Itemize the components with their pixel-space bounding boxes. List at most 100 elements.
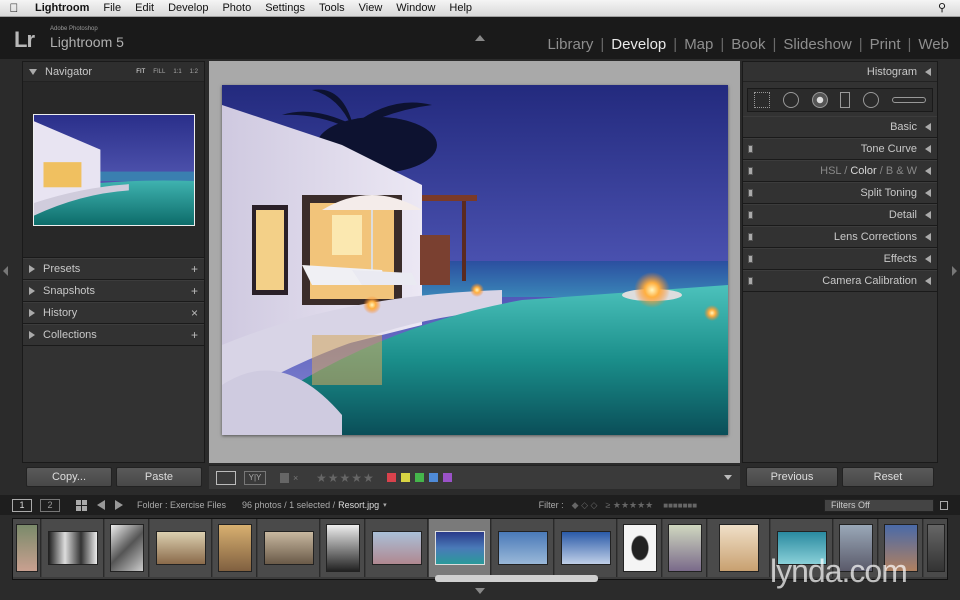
panel-switch-icon[interactable] — [748, 211, 753, 219]
radial-filter-icon[interactable] — [862, 92, 879, 108]
previous-button[interactable]: Previous — [746, 467, 838, 487]
toolbar-menu-icon[interactable] — [724, 475, 732, 480]
module-print[interactable]: Print — [869, 36, 902, 53]
module-book[interactable]: Book — [730, 36, 766, 53]
menu-file[interactable]: File — [96, 2, 128, 14]
menu-edit[interactable]: Edit — [128, 2, 161, 14]
filmstrip-thumb[interactable] — [42, 519, 104, 577]
loupe-view-icon[interactable] — [216, 470, 236, 485]
filmstrip-thumb[interactable] — [492, 519, 554, 577]
menu-app[interactable]: Lightroom — [28, 2, 96, 14]
spotlight-search-icon[interactable]: ⚲ — [938, 1, 946, 14]
split-toning-section[interactable]: Split Toning — [743, 182, 937, 204]
add-snapshot-icon[interactable]: + — [191, 284, 198, 298]
collections-section[interactable]: Collections + — [23, 324, 204, 346]
zoom-fit[interactable]: FIT — [136, 69, 145, 75]
filmstrip-thumb[interactable] — [213, 519, 257, 577]
collapse-right-panel-icon[interactable] — [952, 266, 957, 276]
module-web[interactable]: Web — [917, 36, 950, 53]
filmstrip-thumb[interactable] — [555, 519, 617, 577]
history-section[interactable]: History × — [23, 302, 204, 324]
crop-icon[interactable] — [754, 92, 771, 108]
filmstrip-thumb[interactable] — [258, 519, 320, 577]
panel-switch-icon[interactable] — [748, 167, 753, 175]
flag-icon[interactable] — [280, 472, 289, 483]
main-window-button[interactable]: 1 — [12, 498, 32, 512]
panel-switch-icon[interactable] — [748, 145, 753, 153]
module-develop[interactable]: Develop — [610, 36, 667, 53]
navigator-header[interactable]: Navigator FIT FILL 1:1 1:2 — [23, 62, 204, 82]
label-filter-icon[interactable]: ■■■■■■■ — [663, 501, 697, 510]
camera-calibration-section[interactable]: Camera Calibration — [743, 270, 937, 292]
filmstrip-thumb[interactable] — [618, 519, 662, 577]
second-window-button[interactable]: 2 — [40, 498, 60, 512]
star-rating[interactable]: ★★★★★ — [316, 471, 375, 485]
spot-removal-icon[interactable] — [782, 92, 799, 108]
menu-photo[interactable]: Photo — [215, 2, 258, 14]
module-map[interactable]: Map — [683, 36, 714, 53]
detail-section[interactable]: Detail — [743, 204, 937, 226]
filmstrip-thumb[interactable] — [708, 519, 770, 577]
histogram-header[interactable]: Histogram — [743, 62, 937, 82]
copy-button[interactable]: Copy... — [26, 467, 112, 487]
filmstrip-thumb[interactable] — [13, 519, 41, 577]
source-folder[interactable]: Folder : Exercise Files — [137, 500, 226, 510]
label-green[interactable] — [414, 473, 424, 482]
main-photo[interactable] — [222, 85, 728, 435]
collapse-filmstrip-icon[interactable] — [475, 588, 485, 594]
menu-settings[interactable]: Settings — [258, 2, 312, 14]
menu-tools[interactable]: Tools — [312, 2, 352, 14]
clear-history-icon[interactable]: × — [191, 306, 198, 320]
module-slideshow[interactable]: Slideshow — [782, 36, 852, 53]
before-after-icon[interactable]: Y|Y — [244, 470, 266, 485]
menu-view[interactable]: View — [352, 2, 390, 14]
panel-switch-icon[interactable] — [748, 189, 753, 197]
panel-switch-icon[interactable] — [748, 233, 753, 241]
filename-menu-icon[interactable]: ▾ — [383, 501, 387, 509]
menu-help[interactable]: Help — [442, 2, 479, 14]
zoom-fill[interactable]: FILL — [153, 69, 165, 75]
grid-view-icon[interactable] — [76, 499, 87, 511]
filter-preset-select[interactable]: Filters Off — [824, 499, 934, 512]
panel-switch-icon[interactable] — [748, 277, 753, 285]
reset-button[interactable]: Reset — [842, 467, 934, 487]
label-purple[interactable] — [442, 473, 452, 482]
add-collection-icon[interactable]: + — [191, 328, 198, 342]
label-blue[interactable] — [428, 473, 438, 482]
module-library[interactable]: Library — [546, 36, 594, 53]
graduated-filter-icon[interactable] — [840, 92, 851, 108]
adjustment-brush-icon[interactable] — [891, 97, 926, 103]
star-filter[interactable]: ≥ ★★★★★ — [605, 500, 653, 511]
paste-button[interactable]: Paste — [116, 467, 202, 487]
add-preset-icon[interactable]: + — [191, 262, 198, 276]
hsl-section[interactable]: HSL / Color / B & W — [743, 160, 937, 182]
forward-arrow-icon[interactable] — [115, 500, 123, 510]
tab-color[interactable]: Color — [850, 165, 876, 177]
tab-hsl[interactable]: HSL — [820, 165, 841, 177]
selected-filename[interactable]: Resort.jpg — [338, 500, 379, 510]
presets-section[interactable]: Presets + — [23, 258, 204, 280]
filmstrip-thumb[interactable] — [321, 519, 365, 577]
filmstrip-thumb[interactable] — [366, 519, 428, 577]
filmstrip-scrollbar[interactable] — [435, 575, 598, 582]
basic-section[interactable]: Basic — [743, 116, 937, 138]
zoom-1-1[interactable]: 1:1 — [173, 69, 181, 75]
tone-curve-section[interactable]: Tone Curve — [743, 138, 937, 160]
zoom-1-2[interactable]: 1:2 — [190, 69, 198, 75]
label-red[interactable] — [386, 473, 396, 482]
panel-switch-icon[interactable] — [748, 255, 753, 263]
filmstrip-thumb[interactable] — [105, 519, 149, 577]
back-arrow-icon[interactable] — [97, 500, 105, 510]
collapse-left-panel-icon[interactable] — [3, 266, 8, 276]
snapshots-section[interactable]: Snapshots + — [23, 280, 204, 302]
filmstrip-thumb-selected[interactable] — [429, 519, 491, 577]
effects-section[interactable]: Effects — [743, 248, 937, 270]
collapse-top-panel-icon[interactable] — [475, 35, 485, 41]
reject-flag-icon[interactable]: × — [293, 473, 302, 483]
tab-bw[interactable]: B & W — [886, 165, 917, 177]
filmstrip-thumb[interactable] — [150, 519, 212, 577]
filmstrip-thumb[interactable] — [924, 519, 947, 577]
navigator-thumbnail[interactable] — [32, 113, 195, 226]
menu-develop[interactable]: Develop — [161, 2, 215, 14]
filmstrip-thumb[interactable] — [663, 519, 707, 577]
